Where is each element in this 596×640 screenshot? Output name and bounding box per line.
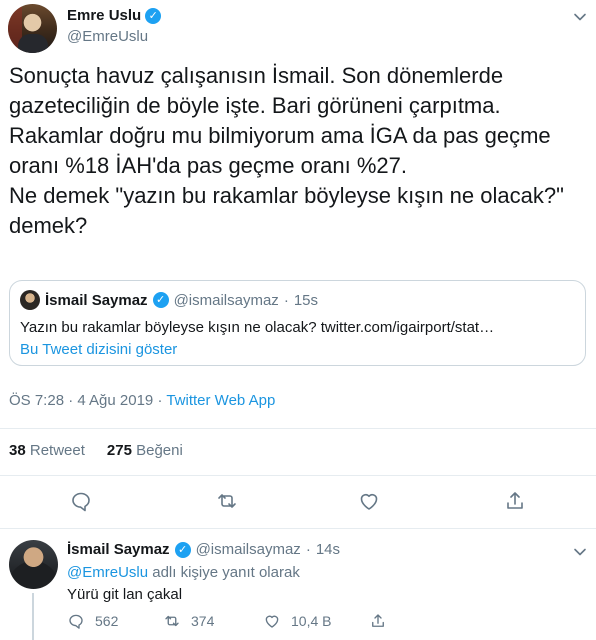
retweet-label: Retweet — [29, 442, 85, 459]
like-icon[interactable] — [357, 489, 381, 513]
like-stat[interactable]: 275 Beğeni — [107, 442, 183, 459]
separator-dot: · — [305, 541, 311, 558]
like-icon — [265, 615, 279, 628]
reply-like-action[interactable]: 10,4 B — [263, 612, 331, 630]
tweet-source[interactable]: Twitter Web App — [166, 392, 275, 409]
reply-count: 562 — [95, 613, 119, 629]
reply-retweet-action[interactable]: 374 — [163, 612, 214, 630]
quoted-author-avatar — [20, 290, 40, 310]
reply-author-handle[interactable]: @ismailsaymaz — [196, 541, 301, 558]
quoted-author-handle: @ismailsaymaz — [173, 291, 279, 309]
quoted-author-name: İsmail Saymaz — [45, 291, 148, 309]
reply-action-bar: 562 374 10,4 B — [67, 612, 587, 632]
thread-line — [32, 593, 34, 640]
retweet-icon — [165, 615, 179, 627]
quoted-tweet-time: 15s — [293, 291, 318, 309]
author-avatar[interactable] — [8, 4, 57, 53]
verified-badge-icon: ✓ — [145, 7, 162, 24]
author-block: Emre Uslu ✓ @EmreUslu — [67, 7, 162, 45]
like-count: 275 — [106, 442, 132, 459]
share-icon[interactable] — [503, 489, 527, 513]
retweet-icon[interactable] — [215, 489, 239, 513]
author-name[interactable]: Emre Uslu — [67, 7, 141, 24]
retweet-stat[interactable]: 38 Retweet — [9, 442, 85, 459]
verified-badge-icon: ✓ — [174, 541, 191, 558]
tweet-timestamp[interactable]: ÖS 7:28 · 4 Ağu 2019 · — [9, 392, 166, 409]
reply-time[interactable]: 14s — [316, 541, 340, 558]
quoted-tweet-text: Yazın bu rakamlar böyleyse kışın ne olac… — [20, 319, 495, 336]
tweet-stats: 38 Retweet 275 Beğeni — [9, 442, 183, 459]
reply-text: Yürü git lan çakal — [67, 586, 183, 603]
separator-dot: · — [283, 291, 289, 309]
divider — [0, 428, 596, 429]
like-label: Beğeni — [136, 442, 183, 459]
reply-author-name[interactable]: İsmail Saymaz — [67, 541, 170, 558]
divider — [0, 475, 596, 476]
show-thread-link[interactable]: Bu Tweet dizisini göster — [20, 341, 177, 358]
author-handle[interactable]: @EmreUslu — [67, 28, 161, 45]
chevron-down-icon[interactable] — [572, 9, 588, 25]
reply-icon[interactable] — [69, 489, 93, 513]
share-icon — [372, 614, 384, 627]
reply-tweet[interactable]: İsmail Saymaz ✓ @ismailsaymaz · 14s @Emr… — [0, 531, 596, 640]
verified-badge-icon: ✓ — [152, 292, 169, 308]
tweet-text: Sonuçta havuz çalışanısın İsmail. Son dö… — [9, 63, 564, 238]
quoted-tweet-card[interactable]: İsmail Saymaz ✓ @ismailsaymaz · 15s Yazı… — [9, 280, 586, 366]
retweet-count: 38 — [9, 442, 26, 459]
tweet-meta: ÖS 7:28 · 4 Ağu 2019 · Twitter Web App — [9, 392, 275, 409]
reply-author-avatar[interactable] — [9, 540, 58, 589]
replying-to: @EmreUslu adlı kişiye yanıt olarak — [67, 564, 300, 581]
reply-retweet-count: 374 — [191, 613, 215, 629]
replying-suffix: adlı kişiye yanıt olarak — [148, 564, 300, 581]
reply-like-count: 10,4 B — [291, 613, 332, 629]
reply-reply-action[interactable]: 562 — [67, 612, 118, 630]
replying-mention[interactable]: @EmreUslu — [67, 564, 148, 581]
divider — [0, 528, 596, 529]
chevron-down-icon[interactable] — [572, 544, 588, 560]
reply-share-action[interactable] — [369, 612, 387, 630]
reply-icon — [69, 614, 83, 629]
tweet-action-bar — [0, 489, 596, 513]
